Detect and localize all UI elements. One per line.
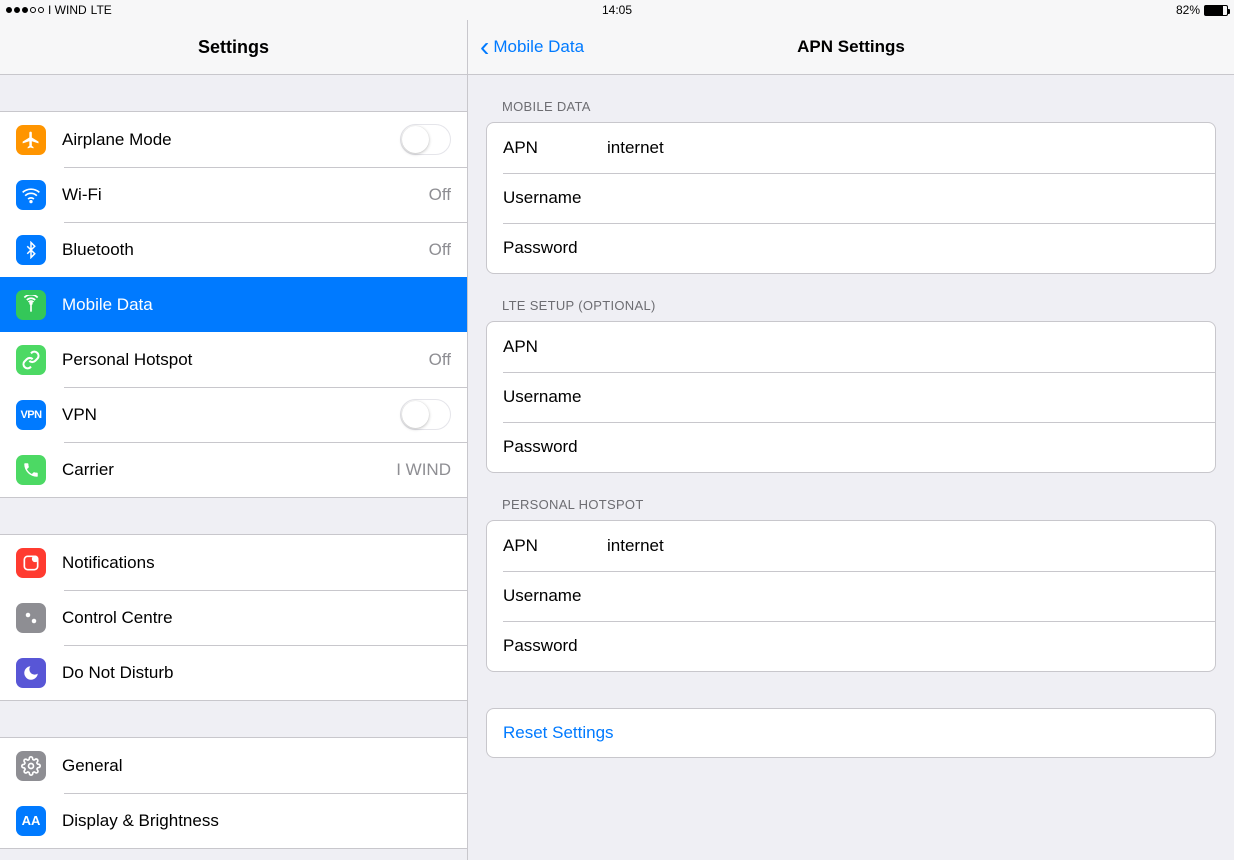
signal-strength-icon: [6, 7, 44, 13]
sidebar-item-mobiledata[interactable]: Mobile Data: [0, 277, 467, 332]
field-row: Username: [487, 571, 1215, 621]
carrier-label: I WIND: [48, 3, 87, 17]
sidebar-item-detail: Off: [429, 350, 451, 370]
status-left: I WIND LTE: [6, 3, 112, 17]
password-input[interactable]: [607, 437, 1199, 457]
sidebar-item-label: Wi-Fi: [62, 185, 429, 205]
wifi-icon: [16, 180, 46, 210]
field-row: APN: [487, 322, 1215, 372]
sidebar-item-label: Control Centre: [62, 608, 451, 628]
settings-sidebar: Settings Airplane ModeWi-FiOffBluetoothO…: [0, 20, 468, 860]
section-header: MOBILE DATA: [486, 75, 1216, 122]
sidebar-item-detail: Off: [429, 240, 451, 260]
field-row: APN: [487, 521, 1215, 571]
airplane-toggle[interactable]: [400, 124, 451, 155]
detail-body[interactable]: MOBILE DATA APN Username Password LTE SETUP …: [468, 75, 1234, 860]
sidebar-body[interactable]: Airplane ModeWi-FiOffBluetoothOffMobile …: [0, 75, 467, 860]
vpn-toggle[interactable]: [400, 399, 451, 430]
field-row: Username: [487, 173, 1215, 223]
username-input[interactable]: [607, 586, 1199, 606]
sidebar-item-label: Airplane Mode: [62, 130, 400, 150]
sidebar-item-label: Personal Hotspot: [62, 350, 429, 370]
back-button[interactable]: ‹ Mobile Data: [480, 33, 584, 61]
field-label: APN: [503, 138, 607, 158]
sidebar-item-label: Mobile Data: [62, 295, 451, 315]
network-label: LTE: [91, 3, 112, 17]
sidebar-item-dnd[interactable]: Do Not Disturb: [0, 645, 467, 700]
status-right: 82%: [1176, 3, 1228, 17]
field-label: APN: [503, 337, 607, 357]
notif-icon: [16, 548, 46, 578]
password-input[interactable]: [607, 636, 1199, 656]
sidebar-item-carrier[interactable]: CarrierI WIND: [0, 442, 467, 497]
detail-header: ‹ Mobile Data APN Settings: [468, 20, 1234, 75]
username-input[interactable]: [607, 387, 1199, 407]
detail-title: APN Settings: [797, 37, 905, 57]
sidebar-item-wifi[interactable]: Wi-FiOff: [0, 167, 467, 222]
field-group: APN Username Password: [486, 520, 1216, 672]
sidebar-item-label: Display & Brightness: [62, 811, 451, 831]
sidebar-title: Settings: [0, 20, 467, 75]
sidebar-item-label: Notifications: [62, 553, 451, 573]
link-icon: [16, 345, 46, 375]
sidebar-item-bluetooth[interactable]: BluetoothOff: [0, 222, 467, 277]
bluetooth-icon: [16, 235, 46, 265]
apn-input[interactable]: [607, 138, 1199, 158]
battery-pct-label: 82%: [1176, 3, 1200, 17]
reset-settings-button[interactable]: Reset Settings: [486, 708, 1216, 758]
field-label: APN: [503, 536, 607, 556]
field-row: Password: [487, 223, 1215, 273]
field-group: APN Username Password: [486, 321, 1216, 473]
phone-icon: [16, 455, 46, 485]
clock-label: 14:05: [602, 3, 632, 17]
field-label: Username: [503, 188, 607, 208]
sidebar-item-label: Carrier: [62, 460, 396, 480]
sidebar-item-label: Do Not Disturb: [62, 663, 451, 683]
section-header: LTE SETUP (OPTIONAL): [486, 274, 1216, 321]
detail-pane: ‹ Mobile Data APN Settings MOBILE DATAAP…: [468, 20, 1234, 860]
airplane-icon: [16, 125, 46, 155]
field-row: APN: [487, 123, 1215, 173]
antenna-icon: [16, 290, 46, 320]
field-label: Password: [503, 437, 607, 457]
aa-icon: AA: [16, 806, 46, 836]
control-icon: [16, 603, 46, 633]
field-group: APN Username Password: [486, 122, 1216, 274]
sidebar-item-hotspot[interactable]: Personal HotspotOff: [0, 332, 467, 387]
username-input[interactable]: [607, 188, 1199, 208]
battery-icon: [1204, 5, 1228, 16]
sidebar-item-notifications[interactable]: Notifications: [0, 535, 467, 590]
field-label: Password: [503, 238, 607, 258]
field-label: Username: [503, 586, 607, 606]
field-row: Password: [487, 422, 1215, 472]
sidebar-item-vpn[interactable]: VPN VPN: [0, 387, 467, 442]
apn-input[interactable]: [607, 536, 1199, 556]
back-label: Mobile Data: [493, 37, 584, 57]
vpn-icon: VPN: [16, 400, 46, 430]
password-input[interactable]: [607, 238, 1199, 258]
apn-input[interactable]: [607, 337, 1199, 357]
sidebar-item-detail: I WIND: [396, 460, 451, 480]
sidebar-item-label: VPN: [62, 405, 400, 425]
sidebar-item-detail: Off: [429, 185, 451, 205]
gear-icon: [16, 751, 46, 781]
status-bar: I WIND LTE 14:05 82%: [0, 0, 1234, 20]
field-row: Password: [487, 621, 1215, 671]
field-label: Password: [503, 636, 607, 656]
sidebar-item-general[interactable]: General: [0, 738, 467, 793]
sidebar-item-label: General: [62, 756, 451, 776]
field-row: Username: [487, 372, 1215, 422]
sidebar-item-label: Bluetooth: [62, 240, 429, 260]
field-label: Username: [503, 387, 607, 407]
section-header: PERSONAL HOTSPOT: [486, 473, 1216, 520]
moon-icon: [16, 658, 46, 688]
sidebar-item-display[interactable]: AA Display & Brightness: [0, 793, 467, 848]
sidebar-item-airplane[interactable]: Airplane Mode: [0, 112, 467, 167]
chevron-left-icon: ‹: [480, 33, 489, 61]
sidebar-item-controlcentre[interactable]: Control Centre: [0, 590, 467, 645]
